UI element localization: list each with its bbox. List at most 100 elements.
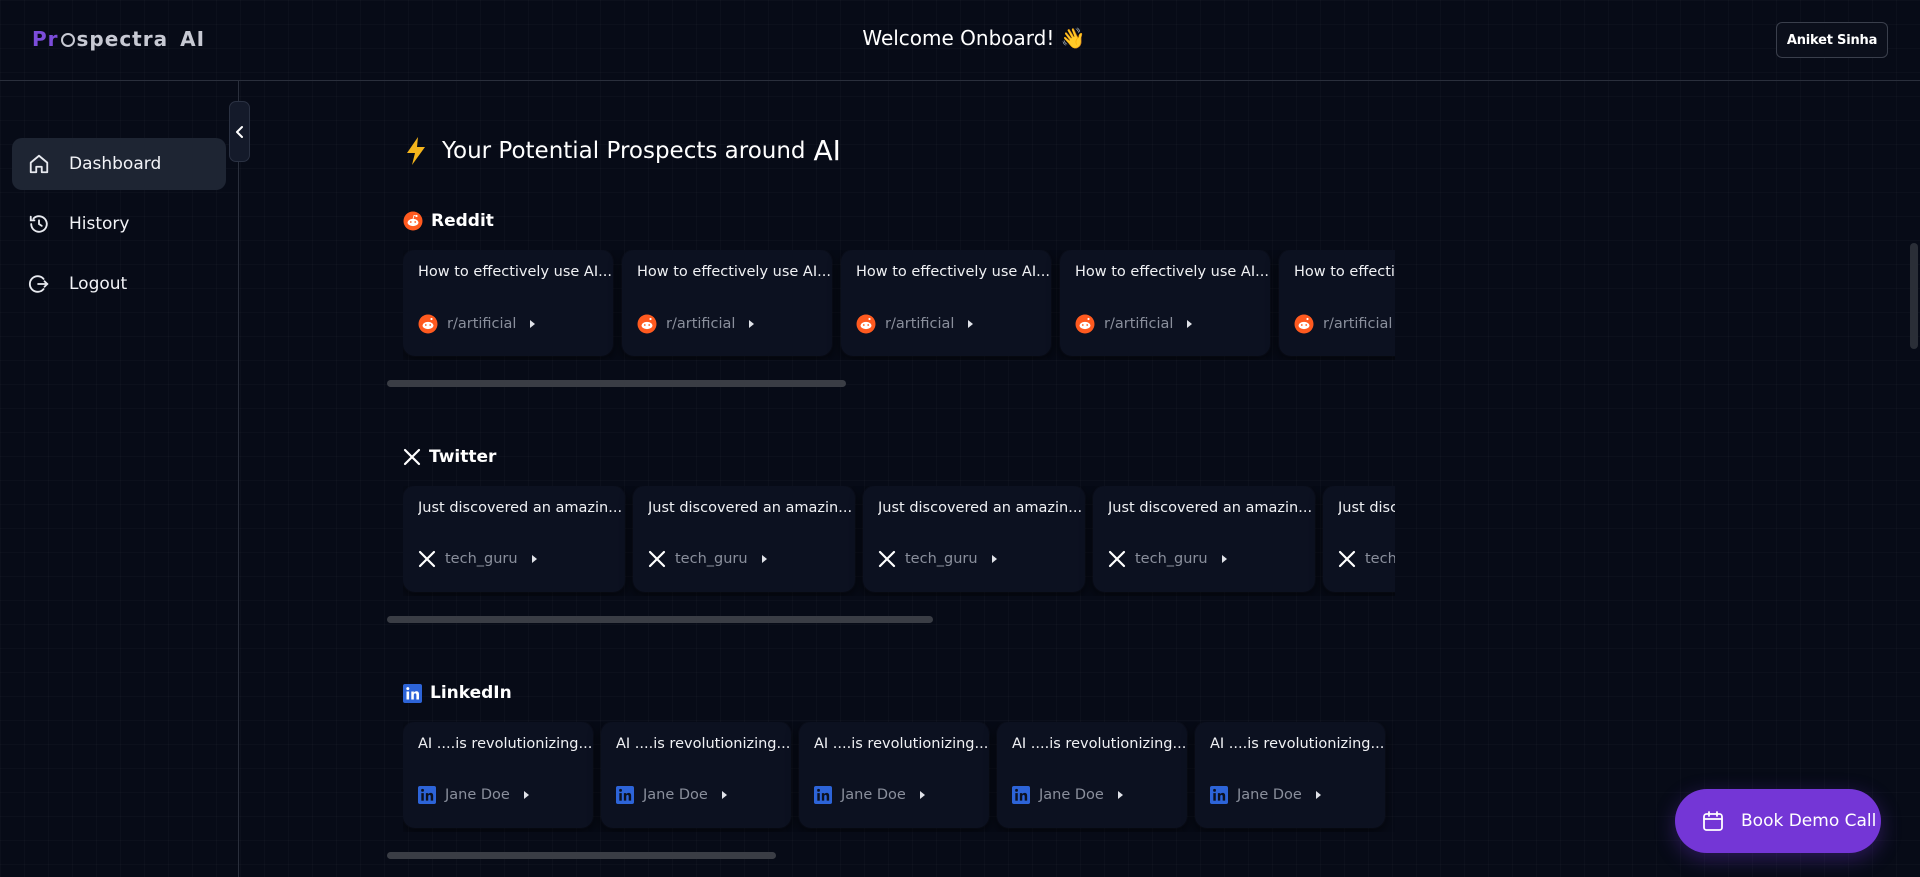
card-source[interactable]: tech_guru [1108, 550, 1227, 568]
card-source-label: Jane Doe [1039, 787, 1104, 803]
prospect-card[interactable]: AI ....is revolutionizing... Jane Doe [997, 722, 1187, 828]
welcome-message: Welcome Onboard! 👋 [862, 26, 1086, 50]
card-source[interactable]: tech_guru [878, 550, 997, 568]
card-text: How to effectively use AI... [637, 264, 831, 280]
card-source-label: Jane Doe [643, 787, 708, 803]
card-source-label: r/artificial [885, 316, 955, 332]
x-logo-icon [878, 550, 896, 568]
reddit-icon [403, 211, 423, 231]
prospect-card[interactable]: Just discovered an amazin... tech_guru [1093, 486, 1315, 592]
card-source[interactable]: Jane Doe [616, 786, 727, 804]
prospect-card[interactable]: AI ....is revolutionizing... Jane Doe [403, 722, 593, 828]
card-source-label: r/artificial [666, 316, 736, 332]
card-source-label: r/artificial [1323, 316, 1393, 332]
card-text: AI ....is revolutionizing... [1210, 736, 1385, 752]
card-source[interactable]: Jane Doe [1210, 786, 1321, 804]
reddit-icon [637, 314, 657, 334]
reddit-row-scrollbar[interactable] [387, 380, 846, 387]
card-source-label: tech_guru [1365, 551, 1395, 567]
top-header: Pr spectra AI Welcome Onboard! 👋 Aniket … [0, 0, 1920, 81]
card-source[interactable]: tech_guru [1338, 550, 1395, 568]
card-text: How to effectively use AI... [1075, 264, 1269, 280]
sidebar-collapse-button[interactable] [229, 101, 250, 162]
linkedin-card-row[interactable]: AI ....is revolutionizing... Jane Doe AI… [403, 722, 1395, 832]
sidebar: Dashboard History Logout [0, 81, 239, 877]
prospect-card[interactable]: AI ....is revolutionizing... Jane Doe [1195, 722, 1385, 828]
caret-right-icon [1221, 555, 1227, 563]
card-text: How to effectively use AI... [418, 264, 612, 280]
sidebar-item-label: Logout [69, 274, 128, 294]
reddit-icon [418, 314, 438, 334]
caret-right-icon [749, 320, 755, 328]
card-source-label: Jane Doe [1237, 787, 1302, 803]
card-source[interactable]: Jane Doe [1012, 786, 1123, 804]
card-text: AI ....is revolutionizing... [616, 736, 791, 752]
linkedin-icon [616, 786, 634, 804]
reddit-card-row[interactable]: How to effectively use AI... r/artificia… [403, 250, 1395, 360]
card-source[interactable]: r/artificial [1294, 314, 1395, 334]
linkedin-icon [1210, 786, 1228, 804]
linkedin-icon [403, 683, 422, 703]
prospect-card[interactable]: How to effectively use AI... r/artificia… [1279, 250, 1395, 356]
x-logo-icon [1108, 550, 1126, 568]
prospect-card[interactable]: How to effectively use AI... r/artificia… [403, 250, 613, 356]
card-text: Just discovered an amazin... [1338, 500, 1395, 516]
prospect-card[interactable]: AI ....is revolutionizing... Jane Doe [799, 722, 989, 828]
prospect-card[interactable]: How to effectively use AI... r/artificia… [622, 250, 832, 356]
card-source[interactable]: r/artificial [637, 314, 755, 334]
prospect-card[interactable]: Just discovered an amazin... tech_guru [1323, 486, 1395, 592]
prospect-card[interactable]: Just discovered an amazin... tech_guru [403, 486, 625, 592]
linkedin-icon [814, 786, 832, 804]
page-title-accent: AI [813, 134, 841, 167]
sidebar-item-label: Dashboard [69, 154, 162, 174]
section-header-twitter: Twitter [403, 447, 496, 467]
card-source[interactable]: Jane Doe [418, 786, 529, 804]
prospect-card[interactable]: Just discovered an amazin... tech_guru [863, 486, 1085, 592]
card-source[interactable]: Jane Doe [814, 786, 925, 804]
card-source[interactable]: r/artificial [418, 314, 536, 334]
book-demo-call-button[interactable]: Book Demo Call [1675, 789, 1881, 853]
reddit-icon [1075, 314, 1095, 334]
card-source[interactable]: tech_guru [418, 550, 537, 568]
card-source-label: r/artificial [447, 316, 517, 332]
user-profile-button[interactable]: Aniket Sinha [1776, 22, 1888, 58]
caret-right-icon [919, 791, 925, 799]
sidebar-item-logout[interactable]: Logout [12, 258, 226, 310]
card-source-label: Jane Doe [841, 787, 906, 803]
prospect-card[interactable]: How to effectively use AI... r/artificia… [1060, 250, 1270, 356]
caret-right-icon [968, 320, 974, 328]
twitter-row-scrollbar[interactable] [387, 616, 933, 623]
caret-right-icon [761, 555, 767, 563]
sidebar-item-history[interactable]: History [12, 198, 226, 250]
x-logo-icon [418, 550, 436, 568]
logout-icon [29, 275, 49, 293]
prospect-card[interactable]: How to effectively use AI... r/artificia… [841, 250, 1051, 356]
card-source-label: Jane Doe [445, 787, 510, 803]
section-title: Twitter [429, 447, 497, 467]
card-source[interactable]: r/artificial [1075, 314, 1193, 334]
history-icon [29, 215, 48, 233]
caret-right-icon [1117, 791, 1123, 799]
page-title: Your Potential Prospects around AI [404, 134, 841, 167]
lightning-icon [407, 136, 425, 165]
linkedin-row-scrollbar[interactable] [387, 852, 776, 859]
card-source-label: r/artificial [1104, 316, 1174, 332]
card-source-label: tech_guru [675, 551, 748, 567]
reddit-icon [1294, 314, 1314, 334]
prospect-card[interactable]: Just discovered an amazin... tech_guru [633, 486, 855, 592]
sidebar-item-dashboard[interactable]: Dashboard [12, 138, 226, 190]
card-source[interactable]: tech_guru [648, 550, 767, 568]
prospect-card[interactable]: AI ....is revolutionizing... Jane Doe [601, 722, 791, 828]
section-header-linkedin: LinkedIn [403, 683, 512, 703]
card-text: How to effectively use AI... [856, 264, 1050, 280]
card-text: How to effectively use AI... [1294, 264, 1395, 280]
card-text: Just discovered an amazin... [1108, 500, 1313, 516]
section-title: Reddit [431, 211, 494, 231]
calendar-icon [1703, 811, 1723, 831]
card-source[interactable]: r/artificial [856, 314, 974, 334]
linkedin-icon [1012, 786, 1030, 804]
page-scrollbar[interactable] [1910, 243, 1918, 349]
twitter-card-row[interactable]: Just discovered an amazin... tech_guru J… [403, 486, 1395, 596]
card-source-label: tech_guru [1135, 551, 1208, 567]
card-text: AI ....is revolutionizing... [1012, 736, 1187, 752]
